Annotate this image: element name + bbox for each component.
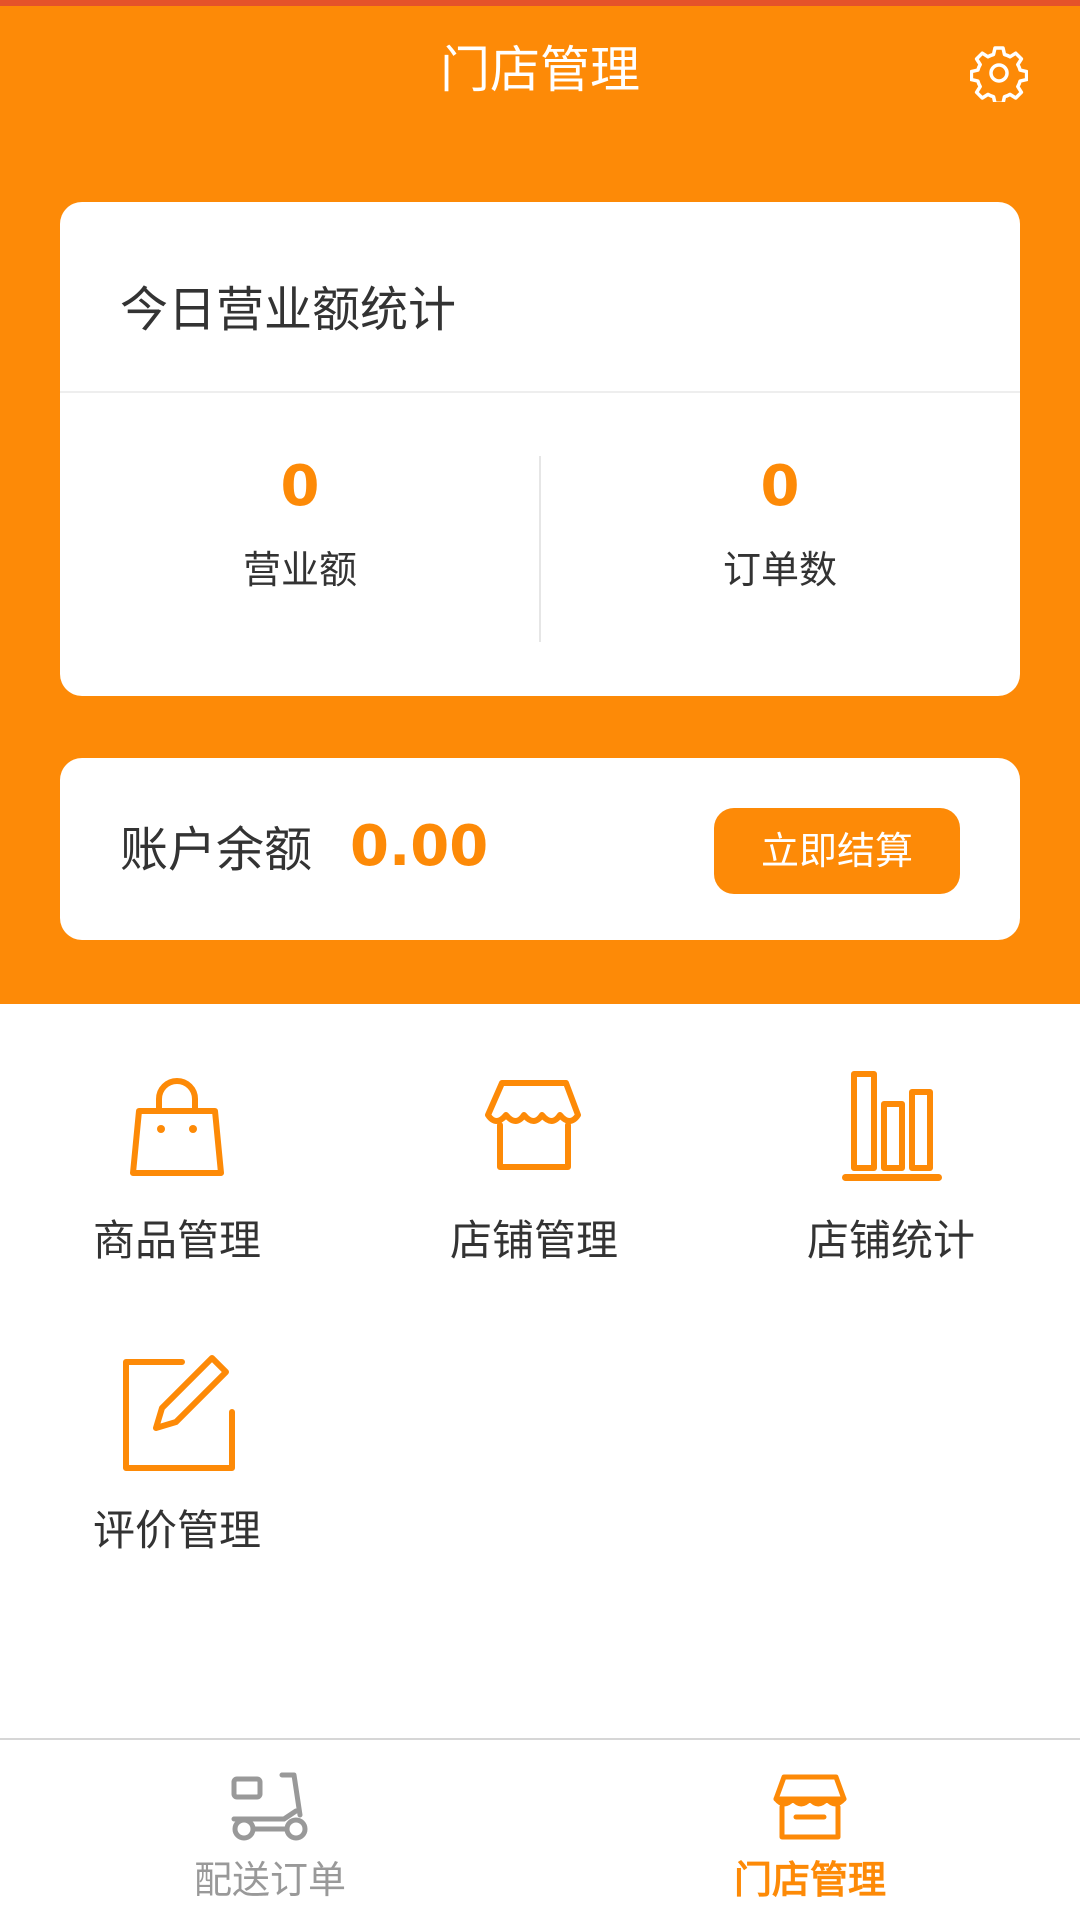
bottom-nav: 配送订单 门店管理 [0, 1740, 1080, 1920]
edit-icon [112, 1350, 242, 1480]
revenue-value: 0 [280, 454, 320, 519]
menu-label: 店铺管理 [449, 1216, 618, 1265]
bar-chart-icon [826, 1060, 956, 1190]
menu-item-product-management[interactable]: 商品管理 [57, 1060, 297, 1280]
storefront-icon [469, 1060, 599, 1190]
account-balance-card: 账户余额 0.00 立即结算 [60, 758, 1020, 940]
nav-item-delivery-orders[interactable]: 配送订单 [0, 1740, 540, 1920]
stats-title: 今日营业额统计 [120, 282, 457, 338]
shopping-bag-icon [112, 1060, 242, 1190]
menu-item-review-management[interactable]: 评价管理 [57, 1350, 297, 1570]
nav-item-store-management[interactable]: 门店管理 [540, 1740, 1080, 1920]
orders-label: 订单数 [722, 548, 837, 592]
page-title: 门店管理 [440, 41, 640, 99]
menu-label: 商品管理 [92, 1216, 261, 1265]
balance-label: 账户余额 [120, 822, 313, 878]
stats-divider [60, 391, 1020, 393]
menu-label: 评价管理 [92, 1506, 261, 1555]
gear-icon [969, 44, 1029, 106]
menu-item-store-statistics[interactable]: 店铺统计 [771, 1060, 1011, 1280]
revenue-stat: 0 营业额 [60, 452, 540, 652]
revenue-label: 营业额 [242, 548, 357, 592]
orders-value: 0 [760, 454, 800, 519]
nav-label: 门店管理 [733, 1858, 886, 1902]
settle-now-button[interactable]: 立即结算 [714, 808, 960, 894]
today-stats-card: 今日营业额统计 0 营业额 0 订单数 [60, 202, 1020, 696]
nav-label: 配送订单 [193, 1858, 346, 1902]
settings-button[interactable] [966, 42, 1032, 108]
scooter-icon [225, 1762, 315, 1852]
menu-item-store-management[interactable]: 店铺管理 [414, 1060, 654, 1280]
menu-label: 店铺统计 [806, 1216, 975, 1265]
storefront-icon [765, 1762, 855, 1852]
balance-value: 0.00 [350, 814, 489, 879]
orders-stat: 0 订单数 [540, 452, 1020, 652]
